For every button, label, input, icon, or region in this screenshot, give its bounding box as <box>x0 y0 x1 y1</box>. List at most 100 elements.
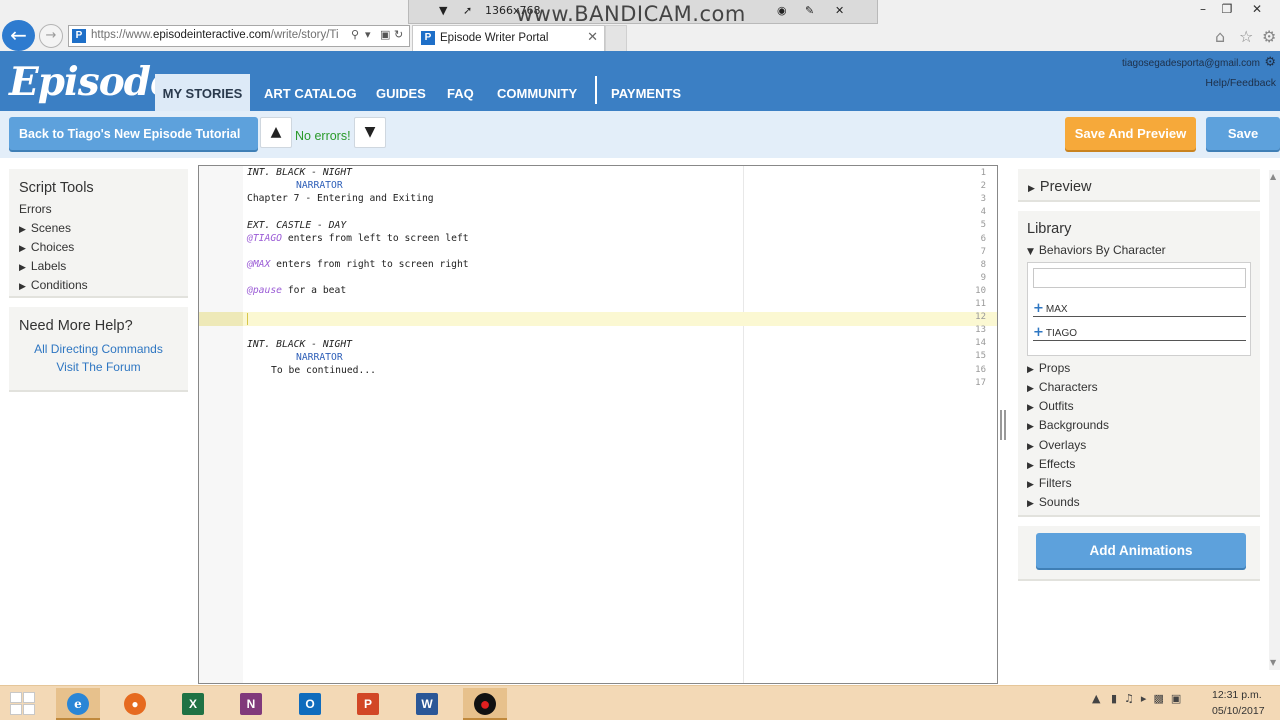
internet-explorer-icon[interactable]: e <box>56 688 100 720</box>
choices-item[interactable]: ▶ Choices <box>19 240 74 254</box>
character-row-tiago[interactable]: + TIAGO <box>1033 325 1246 341</box>
scroll-up-icon[interactable]: ▲ <box>1270 172 1276 181</box>
clock-date[interactable]: 05/10/2017 <box>1212 705 1265 717</box>
script-line[interactable]: INT. BLACK - NIGHT <box>247 167 352 178</box>
panel-resize-handle[interactable] <box>1000 410 1006 440</box>
volume-icon[interactable]: ♫ <box>1124 692 1134 705</box>
address-bar[interactable]: P https://www.episodeinteractive.com/wri… <box>68 25 410 47</box>
nav-my-stories[interactable]: MY STORIES <box>155 74 250 111</box>
scenes-label: Scenes <box>30 221 71 235</box>
save-button[interactable]: Save <box>1206 117 1280 150</box>
conditions-item[interactable]: ▶ Conditions <box>19 278 88 292</box>
script-line[interactable]: INT. BLACK - NIGHT <box>247 339 352 350</box>
script-line[interactable]: NARRATOR <box>296 352 343 363</box>
command-tag: @pause <box>247 285 282 296</box>
scroll-down-icon[interactable]: ▼ <box>1270 658 1276 667</box>
library-item-filters[interactable]: ▶ Filters <box>1027 476 1072 490</box>
dropdown-icon[interactable]: ▾ <box>365 28 371 41</box>
browser-back-button[interactable]: ← <box>2 20 35 51</box>
all-directing-commands-link[interactable]: All Directing Commands <box>9 342 188 356</box>
recorder-camera-icon[interactable]: ◉ <box>777 4 787 17</box>
favorites-star-icon[interactable]: ☆ <box>1239 27 1253 46</box>
clock-time[interactable]: 12:31 p.m. <box>1212 689 1262 701</box>
close-tab-icon[interactable]: ✕ <box>587 30 598 45</box>
plus-icon: + <box>1033 301 1044 316</box>
previous-error-button[interactable]: ▲ <box>260 117 292 148</box>
search-icon[interactable]: ⚲ <box>351 28 359 41</box>
expand-triangle-icon: ▶ <box>1027 461 1034 471</box>
new-tab-button[interactable] <box>605 25 627 51</box>
script-line[interactable]: @TIAGO enters from left to screen left <box>247 233 469 244</box>
library-item-characters[interactable]: ▶ Characters <box>1027 380 1098 394</box>
help-feedback-link[interactable]: Help/Feedback <box>1205 77 1276 89</box>
save-and-preview-button[interactable]: Save And Preview <box>1065 117 1196 150</box>
action-center-icon[interactable]: ▩ <box>1153 692 1163 705</box>
script-line[interactable]: @MAX enters from right to screen right <box>247 259 469 270</box>
back-to-story-button[interactable]: Back to Tiago's New Episode Tutorial <box>9 117 258 150</box>
recorder-dropdown-icon[interactable]: ▼ <box>439 4 447 17</box>
nav-guides[interactable]: GUIDES <box>376 86 426 101</box>
recorder-pencil-icon[interactable]: ✎ <box>805 4 814 17</box>
episode-logo[interactable]: Episode <box>9 59 175 105</box>
behaviors-by-character-toggle[interactable]: ▼ Behaviors By Character <box>1027 243 1166 257</box>
bandicam-record-icon[interactable]: ● <box>463 688 507 720</box>
restore-icon[interactable]: ❐ <box>1212 0 1242 18</box>
battery-icon[interactable]: ▮ <box>1111 692 1117 705</box>
library-item-label: Characters <box>1038 380 1098 394</box>
system-tray[interactable]: ▲ ▮ ♫ ▸ ▩ ▣ <box>1092 692 1181 705</box>
library-item-label: Sounds <box>1038 495 1080 509</box>
outlook-icon[interactable]: O <box>288 688 332 720</box>
nav-art-catalog[interactable]: ART CATALOG <box>264 86 357 101</box>
script-line[interactable]: To be continued... <box>271 365 376 376</box>
next-error-button[interactable]: ▼ <box>354 117 386 148</box>
preview-toggle[interactable]: ▶ Preview <box>1028 179 1092 195</box>
script-line[interactable]: NARRATOR <box>296 180 343 191</box>
library-item-effects[interactable]: ▶ Effects <box>1027 457 1075 471</box>
windows-taskbar: e ● X N O P W ● ▲ ▮ ♫ ▸ ▩ ▣ 12:31 p.m. 0… <box>0 685 1280 720</box>
visit-forum-link[interactable]: Visit The Forum <box>9 360 188 374</box>
browser-forward-button[interactable]: → <box>39 24 63 48</box>
script-line[interactable]: @pause for a beat <box>247 285 346 296</box>
powerpoint-icon[interactable]: P <box>346 688 390 720</box>
library-item-overlays[interactable]: ▶ Overlays <box>1027 438 1086 452</box>
account-gear-icon[interactable]: ⚙ <box>1264 55 1276 70</box>
settings-gear-icon[interactable]: ⚙ <box>1262 27 1276 46</box>
excel-icon[interactable]: X <box>171 688 215 720</box>
character-name: MAX <box>1045 304 1068 315</box>
refresh-icon[interactable]: ↻ <box>394 28 403 41</box>
onenote-icon[interactable]: N <box>229 688 273 720</box>
home-icon[interactable]: ⌂ <box>1215 27 1225 46</box>
page-scrollbar[interactable]: ▲ ▼ <box>1269 170 1280 670</box>
browser-tab[interactable]: P Episode Writer Portal ✕ <box>412 25 605 51</box>
url-prefix: https://www. <box>91 29 153 41</box>
nav-payments[interactable]: PAYMENTS <box>611 86 681 101</box>
windows-start-icon[interactable] <box>10 692 36 716</box>
preview-panel[interactable]: ▶ Preview <box>1018 169 1260 202</box>
library-item-outfits[interactable]: ▶ Outfits <box>1027 399 1074 413</box>
character-row-max[interactable]: + MAX <box>1033 301 1246 317</box>
labels-item[interactable]: ▶ Labels <box>19 259 66 273</box>
language-icon[interactable]: ▣ <box>1171 692 1181 705</box>
script-line[interactable]: EXT. CASTLE - DAY <box>247 220 346 231</box>
tray-expand-icon[interactable]: ▲ <box>1092 692 1100 705</box>
library-item-backgrounds[interactable]: ▶ Backgrounds <box>1027 418 1109 432</box>
close-window-icon[interactable]: ✕ <box>1242 0 1272 18</box>
firefox-icon[interactable]: ● <box>113 688 157 720</box>
nav-community[interactable]: COMMUNITY <box>497 86 577 101</box>
url-text[interactable]: https://www.episodeinteractive.com/write… <box>91 29 347 41</box>
errors-item[interactable]: Errors <box>19 202 52 216</box>
nav-faq[interactable]: FAQ <box>447 86 474 101</box>
user-email[interactable]: tiagosegadesporta@gmail.com <box>1122 58 1260 69</box>
library-item-sounds[interactable]: ▶ Sounds <box>1027 495 1080 509</box>
script-tools-panel: Script Tools Errors ▶ Scenes ▶ Choices ▶ La… <box>9 169 188 298</box>
word-icon[interactable]: W <box>405 688 449 720</box>
add-animations-button[interactable]: Add Animations <box>1036 533 1246 568</box>
network-icon[interactable]: ▸ <box>1141 692 1147 705</box>
character-search-input[interactable] <box>1033 268 1246 288</box>
scenes-item[interactable]: ▶ Scenes <box>19 221 71 235</box>
library-item-label: Outfits <box>1038 399 1074 413</box>
script-editor[interactable]: 1 2 3 4 5 6 7 8 9 10 11 12 13 14 15 16 17 INT. BLACK - N… <box>198 165 998 684</box>
recorder-close-icon[interactable]: ✕ <box>835 4 844 17</box>
library-item-props[interactable]: ▶ Props <box>1027 361 1070 375</box>
script-line[interactable]: Chapter 7 - Entering and Exiting <box>247 193 434 204</box>
